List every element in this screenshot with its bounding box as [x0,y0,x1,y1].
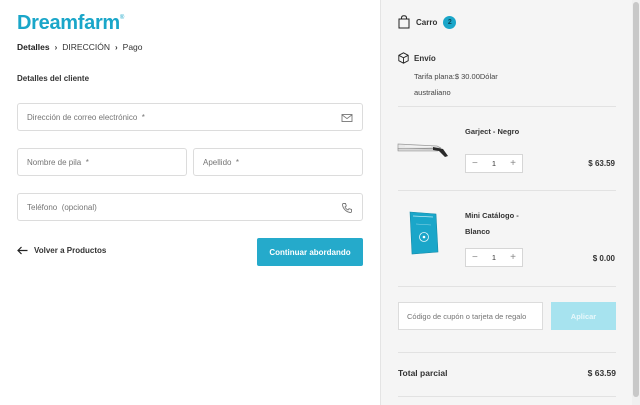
divider [398,190,616,191]
chevron-right-icon: › [114,42,118,52]
phone-icon [342,203,352,213]
item-name-catalog: Mini Catálogo - Blanco [465,211,519,236]
back-label: Volver a Productos [34,246,107,255]
first-name-field[interactable] [17,148,187,176]
breadcrumb: Detalles › DIRECCIÓN › Pago [17,42,143,52]
customer-details-title: Detalles del cliente [17,74,90,83]
phone-field[interactable] [17,193,363,221]
product-image-garject [397,143,448,157]
subtotal-row: Total parcial $ 63.59 [398,368,616,378]
quantity-value: 1 [491,253,497,262]
apply-coupon-button[interactable]: Aplicar [551,302,616,330]
divider [398,106,616,107]
cart-title: Carro [416,17,438,27]
box-icon [398,52,409,64]
continue-button[interactable]: Continuar abordando [257,238,363,266]
divider [398,286,616,287]
scrollbar[interactable] [632,0,640,405]
breadcrumb-address[interactable]: DIRECCIÓN [62,42,110,52]
last-name-field[interactable] [193,148,363,176]
arrow-left-icon [17,246,28,255]
quantity-stepper[interactable]: − 1 + [465,248,523,267]
quantity-value: 1 [491,159,497,168]
quantity-stepper[interactable]: − 1 + [465,154,523,173]
subtotal-value: $ 63.59 [587,368,616,378]
chevron-right-icon: › [54,42,58,52]
shipping-rate: Tarifa plana:$ 30.00Dólar australiano [414,72,498,97]
item-price: $ 63.59 [588,159,615,168]
item-price: $ 0.00 [592,254,615,263]
product-image-catalog [409,211,439,255]
coupon-field[interactable] [398,302,543,330]
coupon-input[interactable] [407,311,542,321]
mail-icon [341,114,353,122]
checkout-form-panel: Dreamfarm® Detalles › DIRECCIÓN › Pago D… [0,0,380,405]
first-name-input[interactable] [27,157,186,167]
cart-count-badge: 2 [443,15,457,29]
subtotal-label: Total parcial [398,368,448,378]
last-name-input[interactable] [203,157,362,167]
cart-summary-panel: Carro 2 Envío Tarifa plana:$ 30.00Dólar … [380,0,632,405]
breadcrumb-payment[interactable]: Pago [123,42,143,52]
decrease-quantity-button[interactable]: − [472,252,478,263]
dreamfarm-logo[interactable]: Dreamfarm® [17,12,124,35]
divider [398,396,616,397]
increase-quantity-button[interactable]: + [510,158,516,169]
shipping-info: Envío Tarifa plana:$ 30.00Dólar australi… [398,52,498,97]
back-to-products-link[interactable]: Volver a Productos [17,246,106,255]
scrollbar-thumb[interactable] [633,2,639,397]
item-name-garject: Garject - Negro [465,127,520,136]
bag-icon [398,15,410,29]
breadcrumb-details[interactable]: Detalles [17,42,50,52]
email-field[interactable] [17,103,363,131]
cart-header[interactable]: Carro 2 [398,15,457,29]
email-input[interactable] [27,112,362,122]
increase-quantity-button[interactable]: + [510,252,516,263]
shipping-title: Envío [414,53,436,63]
phone-input[interactable] [27,202,362,212]
decrease-quantity-button[interactable]: − [472,158,478,169]
divider [398,352,616,353]
